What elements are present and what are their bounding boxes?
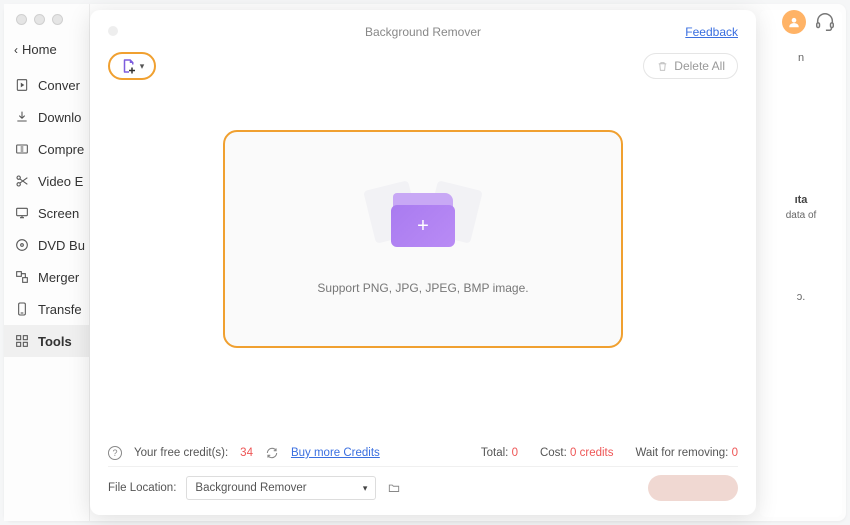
sidebar-item-video-edit[interactable]: Video E xyxy=(4,165,89,197)
merge-icon xyxy=(14,269,30,285)
support-icon[interactable] xyxy=(814,11,836,33)
delete-all-label: Delete All xyxy=(674,59,725,73)
nav-label: Merger xyxy=(38,270,79,285)
nav-label: DVD Bu xyxy=(38,238,85,253)
compress-icon xyxy=(14,141,30,157)
open-folder-icon[interactable] xyxy=(386,481,402,495)
chevron-down-icon: ▾ xyxy=(363,483,368,494)
home-label: Home xyxy=(22,42,57,57)
convert-icon xyxy=(14,77,30,93)
bg-text: n xyxy=(768,52,834,64)
buy-credits-link[interactable]: Buy more Credits xyxy=(291,447,380,459)
modal-title: Background Remover xyxy=(108,25,738,39)
add-file-button[interactable]: ▾ xyxy=(108,52,156,80)
nav-label: Compre xyxy=(38,142,84,157)
total-label: Total: xyxy=(481,447,509,459)
credits-row: ? Your free credit(s): 34 Buy more Credi… xyxy=(108,440,738,466)
cost-label: Cost: xyxy=(540,447,567,459)
sidebar-item-convert[interactable]: Conver xyxy=(4,69,89,101)
refresh-icon[interactable] xyxy=(265,446,279,460)
trash-icon xyxy=(656,60,669,73)
sidebar-item-merger[interactable]: Merger xyxy=(4,261,89,293)
traffic-min[interactable] xyxy=(34,14,45,25)
transfer-icon xyxy=(14,301,30,317)
nav-label: Tools xyxy=(38,334,72,349)
download-icon xyxy=(14,109,30,125)
bg-text: data of xyxy=(768,210,834,221)
bg-text: ɔ. xyxy=(768,291,834,303)
screen-icon xyxy=(14,205,30,221)
sidebar: ‹ Home Conver Downlo Compre Video E Scre… xyxy=(4,4,90,521)
total-value: 0 xyxy=(512,447,518,459)
sidebar-item-screen[interactable]: Screen xyxy=(4,197,89,229)
add-file-icon xyxy=(120,57,138,75)
dropzone[interactable]: + Support PNG, JPG, JPEG, BMP image. xyxy=(223,130,623,348)
dropzone-text: Support PNG, JPG, JPEG, BMP image. xyxy=(317,281,528,295)
bg-text: ıta xyxy=(768,194,834,206)
sidebar-item-tools[interactable]: Tools xyxy=(4,325,89,357)
plus-icon: + xyxy=(417,216,429,236)
disc-icon xyxy=(14,237,30,253)
help-icon[interactable]: ? xyxy=(108,446,122,460)
sidebar-item-dvd[interactable]: DVD Bu xyxy=(4,229,89,261)
nav-label: Downlo xyxy=(38,110,81,125)
folder-icon: + xyxy=(391,205,455,247)
nav-label: Screen xyxy=(38,206,79,221)
sidebar-item-compress[interactable]: Compre xyxy=(4,133,89,165)
primary-action-button[interactable] xyxy=(648,475,738,501)
background-remover-modal: Background Remover Feedback ▾ Delete All… xyxy=(90,10,756,515)
traffic-max[interactable] xyxy=(52,14,63,25)
chevron-left-icon: ‹ xyxy=(14,43,18,57)
home-link[interactable]: ‹ Home xyxy=(4,36,89,69)
delete-all-button[interactable]: Delete All xyxy=(643,53,738,79)
user-avatar[interactable] xyxy=(782,10,806,34)
nav-label: Conver xyxy=(38,78,80,93)
grid-icon xyxy=(14,333,30,349)
credits-label: Your free credit(s): xyxy=(134,447,228,459)
file-location-label: File Location: xyxy=(108,482,176,494)
wait-value: 0 xyxy=(732,447,738,459)
file-location-row: File Location: Background Remover ▾ xyxy=(108,466,738,501)
window-traffic-lights[interactable] xyxy=(16,14,63,25)
sidebar-item-download[interactable]: Downlo xyxy=(4,101,89,133)
file-location-select[interactable]: Background Remover ▾ xyxy=(186,476,376,500)
cost-value: 0 credits xyxy=(570,447,613,459)
feedback-link[interactable]: Feedback xyxy=(685,25,738,39)
background-panel: n ıta data of ɔ. xyxy=(760,10,842,517)
nav-label: Transfe xyxy=(38,302,82,317)
chevron-down-icon: ▾ xyxy=(140,61,145,72)
file-location-value: Background Remover xyxy=(195,482,306,494)
nav-label: Video E xyxy=(38,174,83,189)
traffic-close[interactable] xyxy=(16,14,27,25)
wait-label: Wait for removing: xyxy=(636,447,729,459)
dropzone-illustration: + xyxy=(363,183,483,261)
sidebar-item-transfer[interactable]: Transfe xyxy=(4,293,89,325)
scissors-icon xyxy=(14,173,30,189)
credits-value: 34 xyxy=(240,447,253,459)
